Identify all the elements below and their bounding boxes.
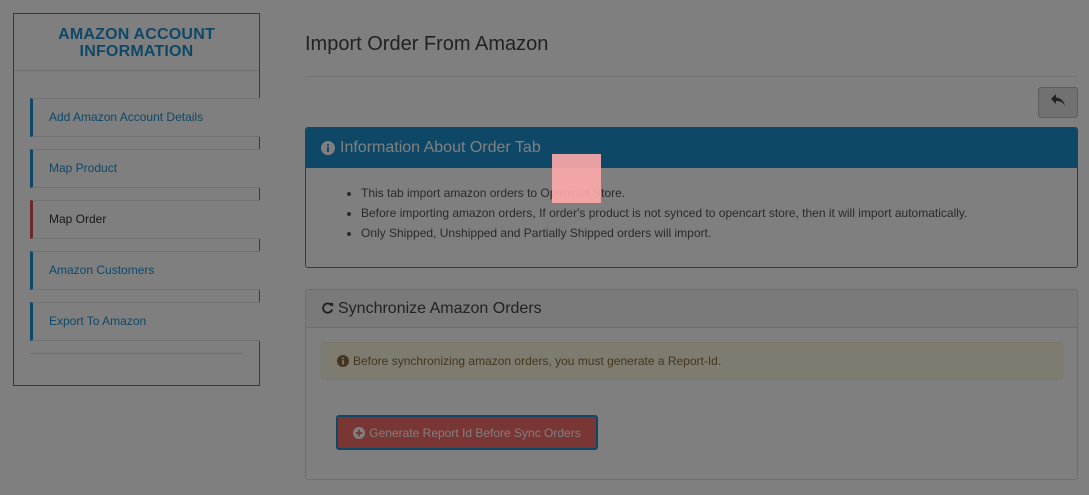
highlight-marker bbox=[552, 154, 601, 203]
page: AMAZON ACCOUNT INFORMATION Add Amazon Ac… bbox=[0, 0, 1089, 495]
modal-overlay bbox=[0, 0, 1089, 495]
